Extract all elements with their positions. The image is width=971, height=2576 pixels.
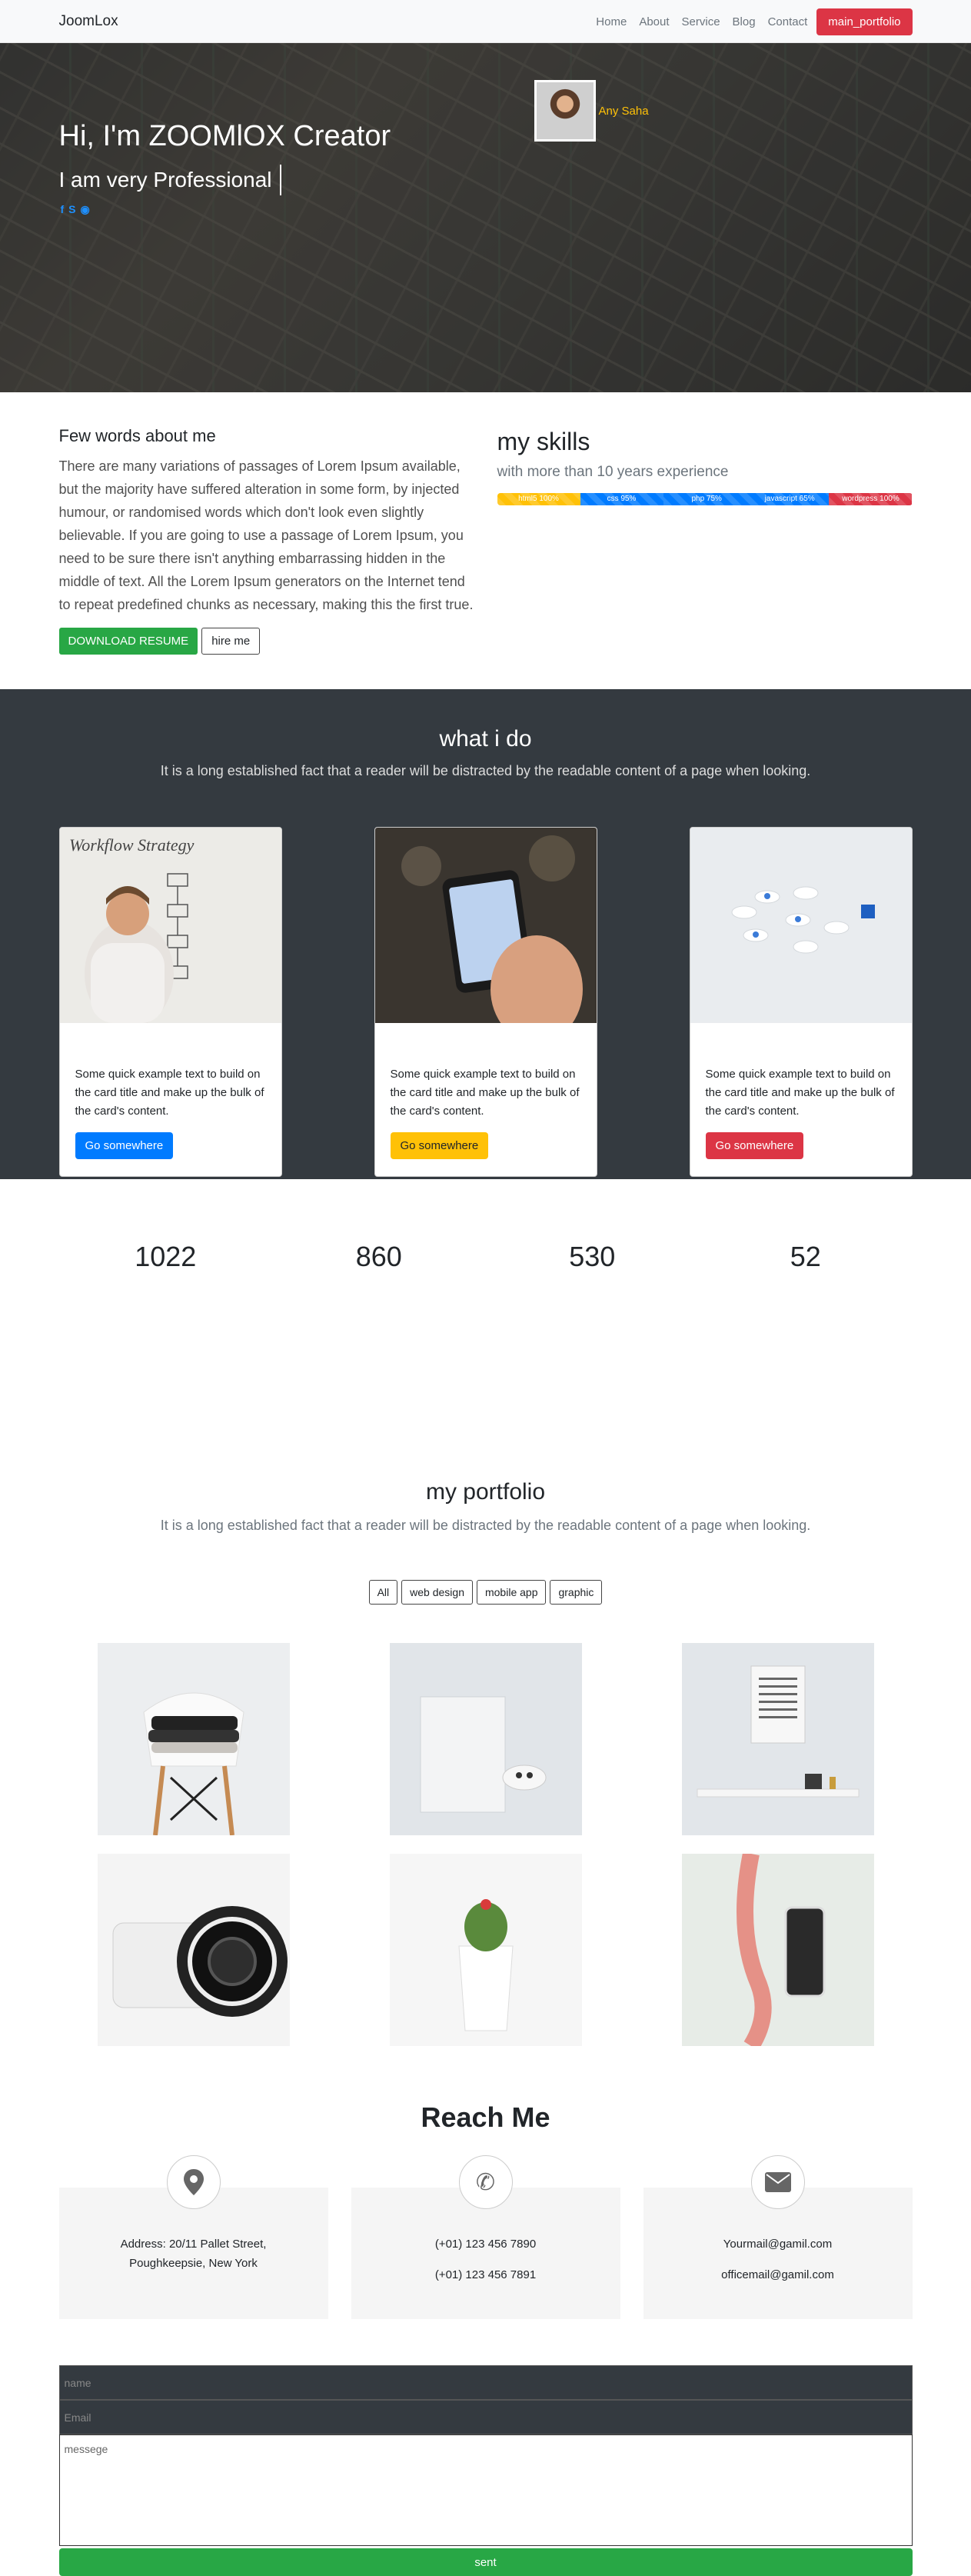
facebook-icon[interactable]: f: [61, 203, 65, 216]
address-line: Address: 20/11 Pallet Street,: [120, 2238, 267, 2251]
skill-segment: php 75%: [663, 493, 750, 505]
go-somewhere-button[interactable]: Go somewhere: [390, 1132, 489, 1159]
nav-about[interactable]: About: [639, 15, 669, 28]
filter-mobile-app[interactable]: mobile app: [476, 1580, 547, 1605]
service-card: Some quick example text to build on the …: [689, 827, 913, 1177]
phone-icon: ✆: [458, 2155, 513, 2209]
typing-caret: [279, 165, 281, 195]
phone-number[interactable]: (+01) 123 456 7890: [367, 2234, 605, 2254]
service-card: Some quick example text to build on the …: [374, 827, 597, 1177]
address-box: Address: 20/11 Pallet Street, Poughkeeps…: [58, 2155, 328, 2319]
hero-subtitle: I am very Professional: [58, 168, 272, 192]
profile-card: Any Saha: [534, 80, 649, 142]
portfolio-lead: It is a long established fact that a rea…: [160, 1518, 811, 1533]
service-card: Workflow Strategy Some quick example tex…: [58, 827, 282, 1177]
map-marker-icon: [166, 2155, 221, 2209]
portfolio-item-phone[interactable]: [681, 1854, 874, 2046]
portfolio-gallery: [97, 1643, 874, 2046]
download-resume-button[interactable]: DOWNLOAD RESUME: [58, 628, 198, 655]
skills-progress-bar: html5 100% css 95% php 75% javascript 65% wo…: [497, 493, 913, 505]
send-button[interactable]: sent: [58, 2548, 913, 2576]
nav-links: Home About Service Blog Contact main_por…: [584, 8, 913, 35]
skills-panel: my skills with more than 10 years experi…: [497, 426, 913, 655]
skype-icon[interactable]: S: [68, 203, 75, 216]
skill-segment: javascript 65%: [750, 493, 830, 505]
card-image-social-icons: [690, 828, 912, 1023]
portfolio-item-camera[interactable]: [97, 1854, 290, 2046]
email-address[interactable]: Yourmail@gamil.com: [659, 2234, 897, 2254]
skills-experience: with more than 10 years experience: [497, 464, 729, 480]
message-textarea[interactable]: [58, 2434, 913, 2546]
portfolio-item-chair[interactable]: [97, 1643, 290, 1835]
hero-title: Hi, I'm ZOOMlOX Creator: [58, 120, 391, 152]
phone-number[interactable]: (+01) 123 456 7891: [367, 2265, 605, 2284]
services-lead: It is a long established fact that a rea…: [160, 763, 811, 778]
skill-segment: wordpress 100%: [829, 493, 913, 505]
envelope-icon: [750, 2155, 805, 2209]
email-box: Yourmail@gamil.com officemail@gamil.com: [643, 2155, 913, 2319]
nav-blog[interactable]: Blog: [733, 15, 756, 28]
card-image-phone: [374, 828, 597, 1043]
portfolio-item-cactus[interactable]: [389, 1854, 582, 2046]
nav-home[interactable]: Home: [596, 15, 627, 28]
card-text: Some quick example text to build on the …: [390, 1068, 580, 1118]
email-input[interactable]: [58, 2400, 913, 2434]
filter-graphic[interactable]: graphic: [550, 1580, 603, 1605]
nav-contact[interactable]: Contact: [768, 15, 808, 28]
phone-box: ✆ (+01) 123 456 7890 (+01) 123 456 7891: [351, 2155, 620, 2319]
portfolio-item-desk[interactable]: [681, 1643, 874, 1835]
about-section: Few words about me There are many variat…: [0, 392, 971, 689]
filter-web-design[interactable]: web design: [401, 1580, 473, 1605]
card-text: Some quick example text to build on the …: [705, 1068, 895, 1118]
go-somewhere-button[interactable]: Go somewhere: [705, 1132, 804, 1159]
brand-logo[interactable]: JoomLox: [59, 13, 118, 30]
name-input[interactable]: [58, 2365, 913, 2400]
services-heading: what i do: [439, 726, 532, 751]
skill-segment: html5 100%: [497, 493, 580, 505]
portfolio-item-console[interactable]: [389, 1643, 582, 1835]
about-text: There are many variations of passages of…: [58, 458, 474, 612]
counter: 52: [790, 1241, 821, 1272]
reach-heading: Reach Me: [421, 2101, 550, 2133]
card-text: Some quick example text to build on the …: [75, 1068, 264, 1118]
nav-service[interactable]: Service: [682, 15, 720, 28]
about-me: Few words about me There are many variat…: [58, 426, 474, 655]
counter: 1022: [135, 1241, 197, 1272]
portfolio-filters: All web design mobile app graphic: [0, 1580, 971, 1605]
counter: 530: [569, 1241, 616, 1272]
counter: 860: [355, 1241, 402, 1272]
skill-segment: css 95%: [580, 493, 663, 505]
svg-text:Workflow Strategy: Workflow Strategy: [69, 835, 195, 855]
about-heading: Few words about me: [58, 426, 216, 445]
contact-section: Reach Me Address: 20/11 Pallet Street, P…: [0, 2101, 971, 2576]
skills-heading: my skills: [497, 428, 590, 455]
go-somewhere-button[interactable]: Go somewhere: [75, 1132, 174, 1159]
main-portfolio-button[interactable]: main_portfolio: [816, 8, 913, 35]
github-icon[interactable]: ◉: [81, 203, 90, 216]
card-image-whiteboard: Workflow Strategy: [59, 828, 281, 1028]
address-line: Poughkeepsie, New York: [129, 2257, 258, 2270]
portfolio-heading: my portfolio: [425, 1479, 546, 1505]
avatar: [534, 80, 596, 142]
services-section: what i do It is a long established fact …: [0, 689, 971, 1179]
hire-me-button[interactable]: hire me: [201, 628, 261, 655]
portfolio-section: my portfolio It is a long established fa…: [0, 1418, 971, 2046]
social-links: f S ◉: [61, 203, 90, 216]
contact-form: sent: [58, 2365, 913, 2576]
hero-section: Hi, I'm ZOOMlOX Creator I am very Profes…: [0, 43, 971, 392]
counters-section: 1022 860 530 52: [0, 1179, 971, 1418]
hero-subtitle-row: I am very Professional: [59, 165, 281, 195]
profile-name: Any Saha: [598, 104, 649, 118]
email-address[interactable]: officemail@gamil.com: [659, 2265, 897, 2284]
filter-all[interactable]: All: [368, 1580, 398, 1605]
navbar: JoomLox Home About Service Blog Contact …: [0, 0, 971, 43]
